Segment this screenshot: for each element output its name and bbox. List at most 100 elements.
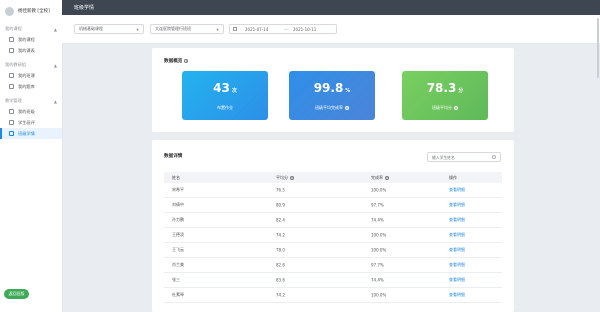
cell-average: 83.6 bbox=[276, 277, 285, 283]
back-to-old-button[interactable]: 返回旧版 bbox=[4, 289, 29, 299]
table-header: 姓名 平均分? 完成率? 操作 bbox=[164, 172, 502, 183]
stat-value: 78.3 bbox=[426, 81, 457, 95]
sidebar-item-my-schedule[interactable]: 我的课表 bbox=[0, 45, 62, 56]
cell-average: 74.2 bbox=[276, 292, 285, 298]
stat-average-score: 78.3 分 班级平均分? bbox=[402, 71, 488, 120]
view-detail-link[interactable]: 查看明细 bbox=[449, 247, 465, 253]
sidebar-item-my-courses[interactable]: 我的课程 bbox=[0, 34, 62, 45]
cell-name: 张三 bbox=[172, 277, 180, 282]
chevron-down-icon: ▼ bbox=[136, 27, 139, 32]
chevron-up-icon: ▲ bbox=[53, 62, 57, 68]
chart-icon bbox=[9, 131, 14, 136]
cell-completion: 100.0% bbox=[371, 187, 387, 193]
cell-average: 80.9 bbox=[276, 202, 285, 208]
sidebar-item-label: 我的课表 bbox=[18, 47, 35, 53]
column-average[interactable]: 平均分? bbox=[276, 175, 294, 181]
date-separator: — bbox=[284, 27, 288, 33]
view-detail-link[interactable]: 查看明细 bbox=[449, 187, 465, 193]
table-row: 杜素琴 74.2 100.0% 查看明细 bbox=[164, 288, 502, 303]
stat-completion-rate: 99.8% 班级平均完成率? bbox=[289, 71, 375, 120]
cell-average: 74.2 bbox=[276, 232, 285, 238]
help-icon[interactable]: ? bbox=[345, 106, 349, 110]
table-row: 张三 83.6 74.4% 查看明细 bbox=[164, 273, 502, 288]
table-row: 宋希平 76.5 100.0% 查看明细 bbox=[164, 183, 502, 198]
cell-completion: 74.4% bbox=[371, 217, 384, 223]
cell-completion: 74.4% bbox=[371, 277, 384, 283]
calendar-icon bbox=[233, 27, 237, 31]
page-scrollbar[interactable] bbox=[597, 18, 599, 78]
sidebar-item-question-bank[interactable]: 我的题库 bbox=[0, 81, 62, 92]
bank-icon bbox=[9, 84, 14, 89]
sidebar-item-student-review[interactable]: 学生画评 bbox=[0, 117, 62, 128]
help-icon[interactable]: ? bbox=[454, 106, 458, 110]
cell-average: 76.5 bbox=[276, 187, 285, 193]
table-row: 孙力鹏 82.4 74.4% 查看明细 bbox=[164, 213, 502, 228]
sidebar-item-label: 学生画评 bbox=[18, 119, 35, 125]
overview-card: 数据概览? 43 次 布置作业 99.8% 班级平均完成率? 78.3 分 班级平均… bbox=[152, 48, 514, 132]
table-row: 刘倩中 80.9 97.7% 查看明细 bbox=[164, 198, 502, 213]
column-action: 操作 bbox=[449, 174, 457, 180]
cell-completion: 100.0% bbox=[371, 247, 387, 253]
overview-title: 数据概览? bbox=[164, 58, 189, 64]
cell-average: 78.0 bbox=[276, 247, 285, 253]
sidebar-item-my-classes[interactable]: 我的班课 bbox=[0, 70, 62, 81]
cell-completion: 100.0% bbox=[371, 292, 387, 298]
cell-completion: 97.7% bbox=[371, 202, 384, 208]
user-icon bbox=[9, 120, 14, 125]
book-icon bbox=[9, 37, 14, 42]
view-detail-link[interactable]: 查看明细 bbox=[449, 292, 465, 298]
view-detail-link[interactable]: 查看明细 bbox=[449, 217, 465, 223]
cell-completion: 97.7% bbox=[371, 262, 384, 268]
stat-unit: 分 bbox=[458, 88, 464, 94]
user-info[interactable]: 杨佳新教 [全校] bbox=[0, 2, 62, 20]
section-teaching-management[interactable]: 教学管理 ▲ bbox=[0, 96, 62, 106]
course-select[interactable]: 机械基础课程 ▼ bbox=[74, 24, 144, 34]
sidebar: 杨佳新教 [全校] 我的课程 ▲ 我的课程 我的课表 我的教研组 ▲ 我的班课 … bbox=[0, 0, 63, 312]
stat-label: 班级平均分 bbox=[432, 105, 452, 110]
detail-card: 数据详情 姓名 平均分? 完成率? 操作 宋希平 76.5 100.0% 查看明… bbox=[152, 140, 514, 312]
course-select-value: 机械基础课程 bbox=[79, 26, 103, 31]
column-completion[interactable]: 完成率? bbox=[371, 175, 389, 181]
view-detail-link[interactable]: 查看明细 bbox=[449, 262, 465, 268]
view-detail-link[interactable]: 查看明细 bbox=[449, 277, 465, 283]
sidebar-item-label: 班级学情 bbox=[18, 130, 35, 136]
stat-unit: % bbox=[345, 88, 351, 94]
date-range-picker[interactable]: 2021-07-14 — 2021-10-11 bbox=[229, 24, 337, 34]
sidebar-item-label: 我的题库 bbox=[18, 83, 35, 89]
class-select[interactable]: 大连医院管理行班班 ▼ bbox=[150, 24, 224, 34]
section-my-courses[interactable]: 我的课程 ▲ bbox=[0, 24, 62, 34]
student-search-input[interactable] bbox=[427, 152, 501, 162]
table-row: 肖兰美 82.6 97.7% 查看明细 bbox=[164, 258, 502, 273]
class-select-value: 大连医院管理行班班 bbox=[155, 26, 191, 31]
cell-name: 王德凌 bbox=[172, 232, 184, 237]
group-icon bbox=[9, 109, 14, 114]
section-research-group[interactable]: 我的教研组 ▲ bbox=[0, 60, 62, 70]
chevron-down-icon: ▼ bbox=[216, 27, 219, 32]
view-detail-link[interactable]: 查看明细 bbox=[449, 232, 465, 238]
page-title: 班级学情 bbox=[74, 5, 95, 11]
table-row: 王德凌 74.2 100.0% 查看明细 bbox=[164, 228, 502, 243]
cell-name: 肖兰美 bbox=[172, 262, 184, 267]
section-title: 我的课程 bbox=[5, 26, 22, 31]
section-title: 我的教研组 bbox=[5, 62, 26, 67]
sidebar-item-class-analytics[interactable]: 班级学情 bbox=[0, 128, 62, 139]
sidebar-item-label: 我的班课 bbox=[18, 72, 35, 78]
filter-bar: 机械基础课程 ▼ 大连医院管理行班班 ▼ 2021-07-14 — 2021-1… bbox=[62, 15, 600, 44]
help-icon[interactable]: ? bbox=[184, 58, 189, 63]
search-icon[interactable] bbox=[492, 154, 496, 159]
cell-average: 82.6 bbox=[276, 262, 285, 268]
column-name: 姓名 bbox=[172, 174, 180, 180]
table-row: 王飞云 78.0 100.0% 查看明细 bbox=[164, 243, 502, 258]
cell-name: 杜素琴 bbox=[172, 292, 184, 297]
sidebar-item-label: 我的班级 bbox=[18, 108, 35, 114]
overview-title-text: 数据概览 bbox=[164, 59, 183, 64]
stat-assignments: 43 次 布置作业 bbox=[182, 71, 268, 120]
help-icon[interactable]: ? bbox=[385, 175, 389, 180]
column-completion-label: 完成率 bbox=[371, 174, 383, 180]
view-detail-link[interactable]: 查看明细 bbox=[449, 202, 465, 208]
chevron-up-icon: ▲ bbox=[53, 98, 57, 104]
sidebar-item-my-class[interactable]: 我的班级 bbox=[0, 106, 62, 117]
help-icon[interactable]: ? bbox=[290, 175, 294, 180]
stat-unit: 次 bbox=[231, 88, 237, 94]
class-icon bbox=[9, 73, 14, 78]
